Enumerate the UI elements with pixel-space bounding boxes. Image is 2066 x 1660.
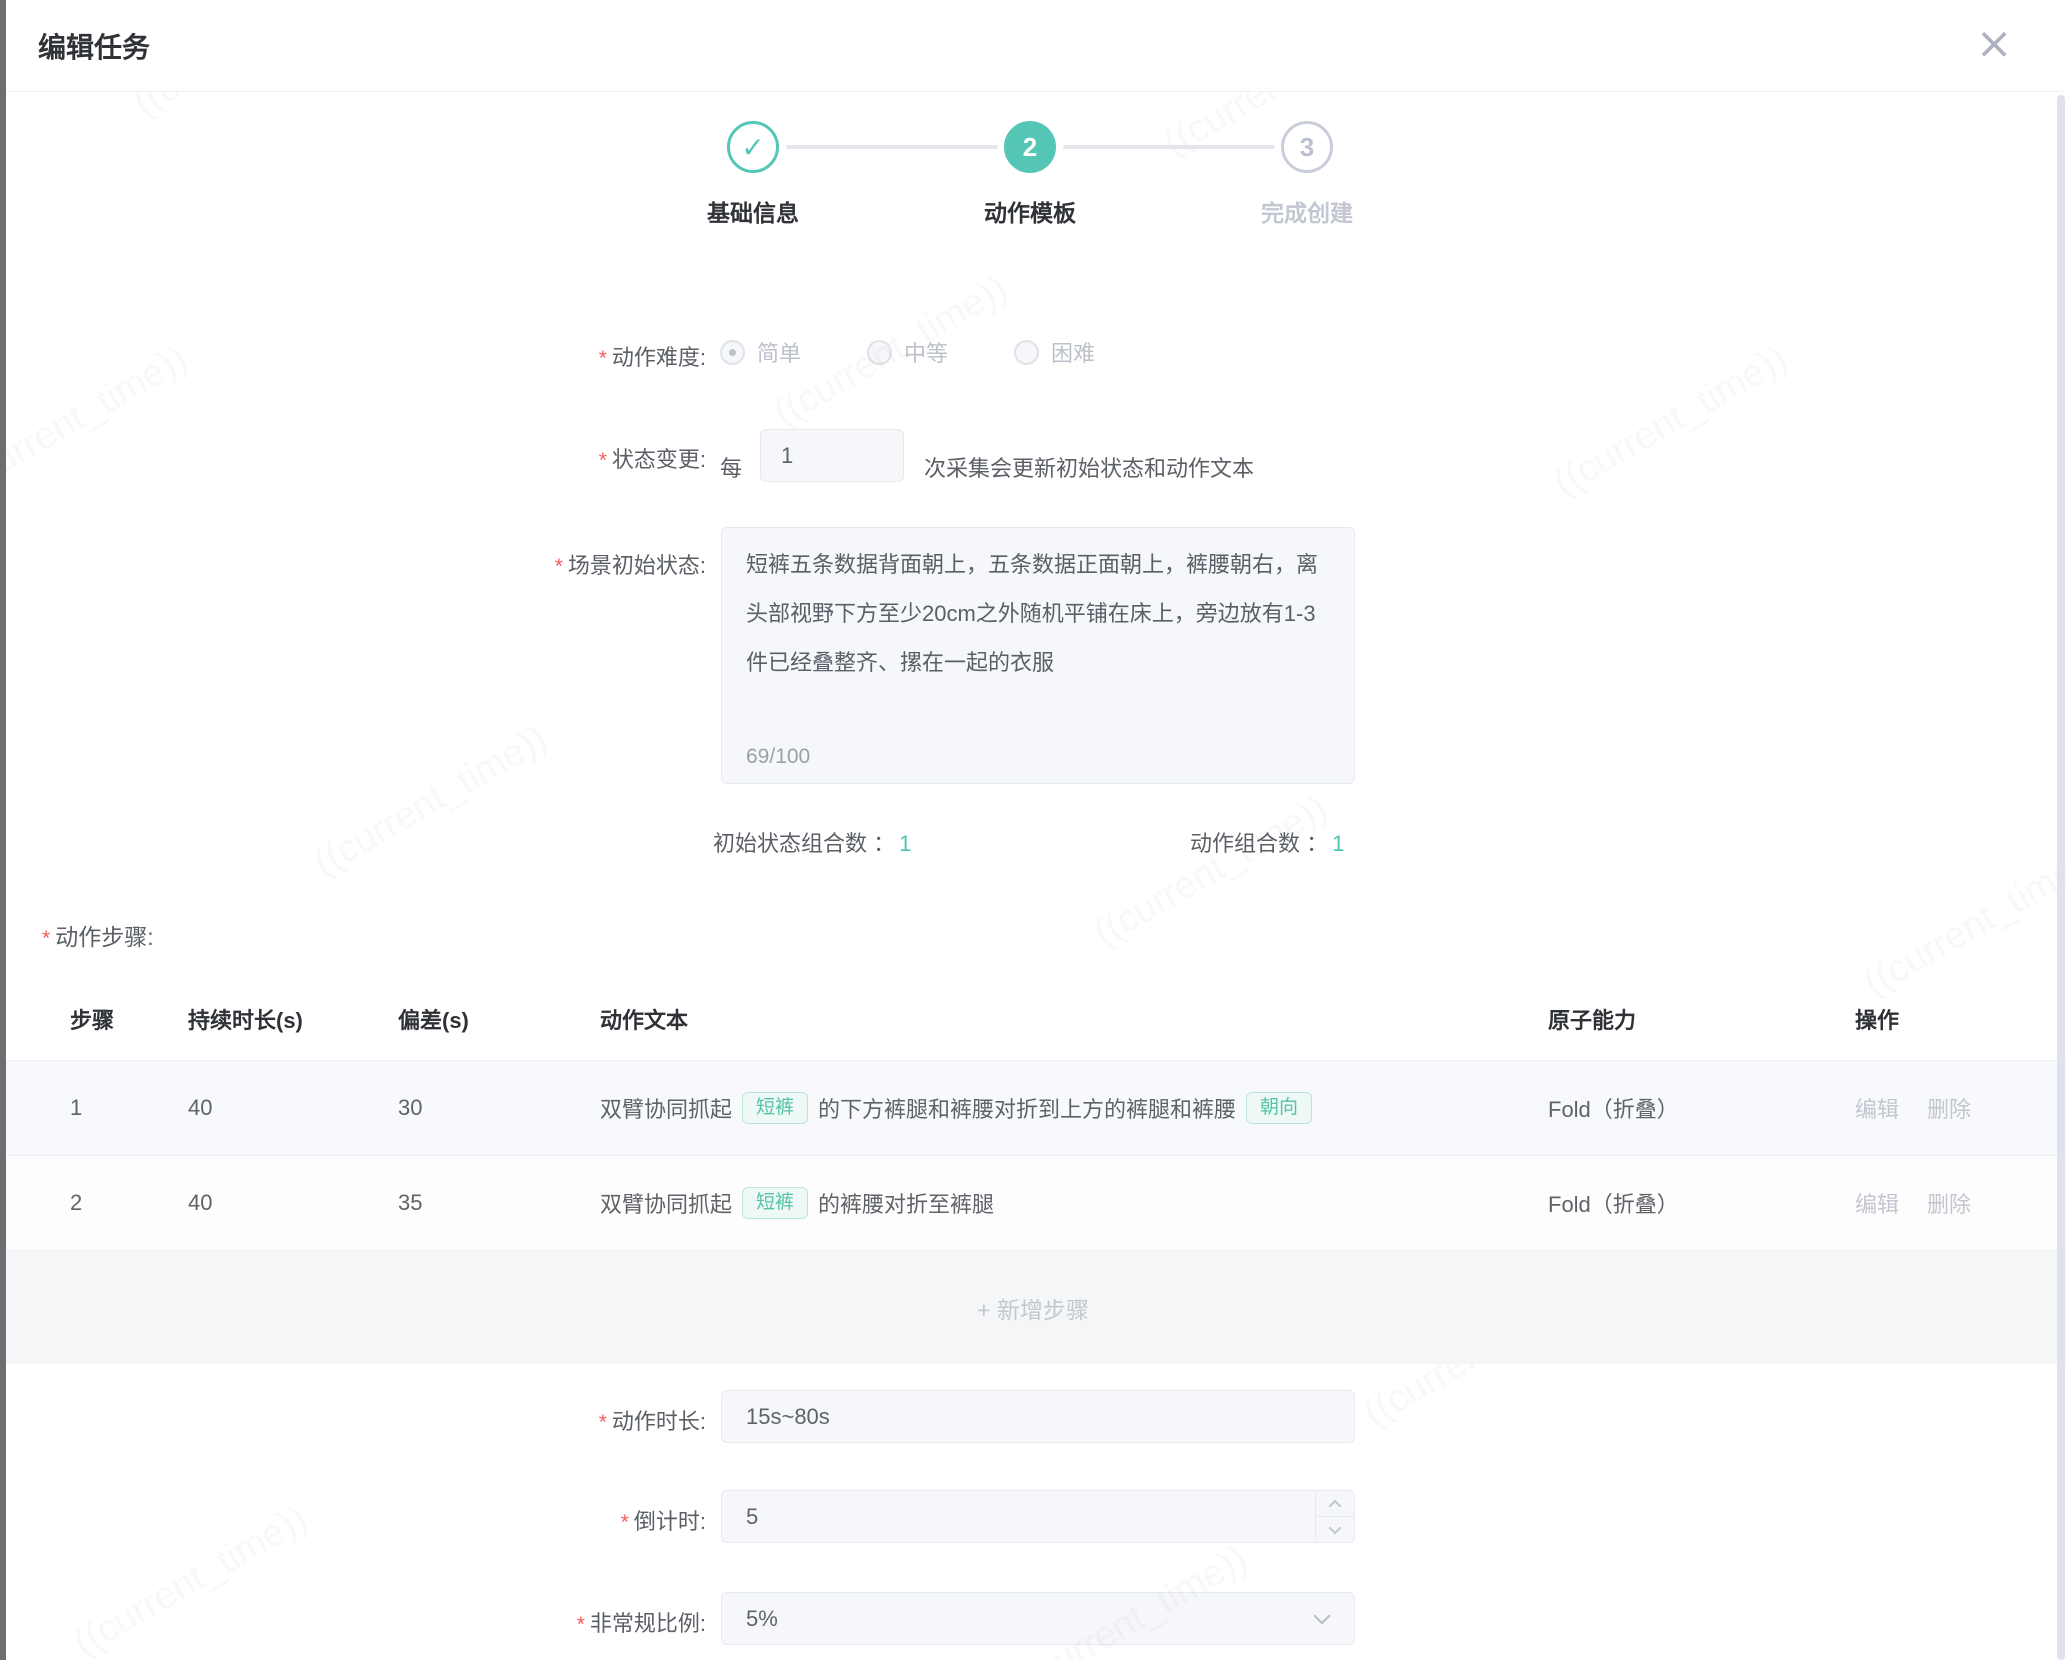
object-tag: 短裤 xyxy=(742,1187,808,1220)
action-steps-table: 步骤 持续时长(s) 偏差(s) 动作文本 原子能力 操作 1 40 30 双臂… xyxy=(0,978,2066,1364)
char-counter: 69/100 xyxy=(746,745,810,769)
countdown-input[interactable]: 5 xyxy=(721,1490,1355,1543)
cell-offset: 30 xyxy=(398,1095,600,1121)
edit-task-dialog: ((current_time)) ((current_time)) ((curr… xyxy=(0,0,2066,1660)
state-change-input[interactable]: 1 xyxy=(760,429,904,482)
cell-step: 2 xyxy=(70,1190,188,1216)
watermark-text: ((current_time)) xyxy=(1087,787,1335,955)
radio-circle-icon xyxy=(1014,340,1039,365)
watermark-text: ((current_time)) xyxy=(307,717,555,885)
cell-atomic-ability: Fold（折叠） xyxy=(1548,1092,1855,1124)
chevron-up-icon xyxy=(1329,1499,1342,1512)
step-1-check-icon: ✓ xyxy=(727,121,779,173)
table-row: 2 40 35 双臂协同抓起 短裤 的裤腰对折至裤腿 Fold（折叠） 编辑 删… xyxy=(0,1156,2066,1251)
cell-action-text: 双臂协同抓起 短裤 的下方裤腿和裤腰对折到上方的裤腿和裤腰 朝向 xyxy=(600,1092,1548,1125)
step-label-action-template: 动作模板 xyxy=(910,194,1150,228)
countdown-value: 5 xyxy=(746,1491,758,1542)
watermark-text: ((current_time)) xyxy=(1547,337,1795,505)
object-tag: 短裤 xyxy=(742,1092,808,1125)
step-connector xyxy=(786,145,998,149)
chevron-down-icon xyxy=(1314,1607,1331,1624)
initial-state-textarea[interactable]: 短裤五条数据背面朝上，五条数据正面朝上，裤腰朝右，离头部视野下方至少20cm之外… xyxy=(721,527,1355,784)
close-icon[interactable]: × xyxy=(1966,16,2022,72)
chevron-down-icon xyxy=(1329,1521,1342,1534)
step-label-finish-create: 完成创建 xyxy=(1187,194,1427,228)
required-asterisk: * xyxy=(599,347,607,370)
increase-button[interactable] xyxy=(1316,1491,1354,1517)
action-steps-label: *动作步骤: xyxy=(42,918,154,952)
required-asterisk: * xyxy=(577,1613,585,1636)
required-asterisk: * xyxy=(599,1411,607,1434)
radio-hard[interactable]: 困难 xyxy=(1014,336,1095,368)
number-spinner xyxy=(1315,1491,1354,1542)
required-asterisk: * xyxy=(555,555,563,578)
decrease-button[interactable] xyxy=(1316,1517,1354,1542)
step-label-basic-info: 基础信息 xyxy=(633,194,873,228)
add-step-row: + 新增步骤 xyxy=(0,1251,2066,1364)
header-step: 步骤 xyxy=(70,1003,188,1035)
cell-operations: 编辑 删除 xyxy=(1855,1187,2066,1219)
cell-action-text: 双臂协同抓起 短裤 的裤腰对折至裤腿 xyxy=(600,1187,1548,1220)
duration-value: 15s~80s xyxy=(746,1391,830,1442)
duration-label: *动作时长: xyxy=(0,1404,706,1436)
header-offset: 偏差(s) xyxy=(398,1003,600,1035)
scrollbar-thumb[interactable] xyxy=(2057,95,2065,1660)
edit-link[interactable]: 编辑 xyxy=(1855,1092,1899,1124)
required-asterisk: * xyxy=(599,449,607,472)
radio-hard-label: 困难 xyxy=(1051,336,1095,368)
edit-link[interactable]: 编辑 xyxy=(1855,1187,1899,1219)
unusual-ratio-select[interactable]: 5% xyxy=(721,1592,1355,1645)
step-3-circle: 3 xyxy=(1281,121,1333,173)
state-change-prefix: 每 xyxy=(720,442,742,495)
initial-state-text: 短裤五条数据背面朝上，五条数据正面朝上，裤腰朝右，离头部视野下方至少20cm之外… xyxy=(746,540,1330,687)
cell-step: 1 xyxy=(70,1095,188,1121)
table-row: 1 40 30 双臂协同抓起 短裤 的下方裤腿和裤腰对折到上方的裤腿和裤腰 朝向… xyxy=(0,1060,2066,1156)
dialog-title: 编辑任务 xyxy=(38,26,150,66)
unusual-ratio-value: 5% xyxy=(746,1593,778,1644)
initial-combo-value: 1 xyxy=(899,831,911,856)
radio-circle-icon xyxy=(720,340,745,365)
difficulty-label: *动作难度: xyxy=(0,340,706,372)
action-combo-value: 1 xyxy=(1332,831,1344,856)
step-2-circle: 2 xyxy=(1004,121,1056,173)
delete-link[interactable]: 删除 xyxy=(1927,1092,1971,1124)
state-change-label: *状态变更: xyxy=(0,442,706,474)
state-change-suffix: 次采集会更新初始状态和动作文本 xyxy=(924,442,1254,495)
radio-easy-label: 简单 xyxy=(757,336,801,368)
add-step-button[interactable]: + 新增步骤 xyxy=(977,1291,1089,1325)
cell-atomic-ability: Fold（折叠） xyxy=(1548,1187,1855,1219)
dialog-header: 编辑任务 × xyxy=(0,0,2066,92)
cell-operations: 编辑 删除 xyxy=(1855,1092,2066,1124)
header-action-text: 动作文本 xyxy=(600,1003,1548,1035)
orientation-tag: 朝向 xyxy=(1246,1092,1312,1125)
initial-combo-count: 初始状态组合数 ：1 xyxy=(713,826,911,858)
cell-offset: 35 xyxy=(398,1190,600,1216)
delete-link[interactable]: 删除 xyxy=(1927,1187,1971,1219)
cell-duration: 40 xyxy=(188,1190,398,1216)
table-header-row: 步骤 持续时长(s) 偏差(s) 动作文本 原子能力 操作 xyxy=(0,978,2066,1060)
duration-input[interactable]: 15s~80s xyxy=(721,1390,1355,1443)
radio-easy[interactable]: 简单 xyxy=(720,336,801,368)
required-asterisk: * xyxy=(621,1511,629,1534)
cell-duration: 40 xyxy=(188,1095,398,1121)
header-atomic-ability: 原子能力 xyxy=(1548,1003,1855,1035)
header-operations: 操作 xyxy=(1855,1003,2066,1035)
required-asterisk: * xyxy=(42,927,50,950)
countdown-label: *倒计时: xyxy=(0,1504,706,1536)
page-left-edge xyxy=(0,0,6,1660)
initial-state-label: *场景初始状态: xyxy=(0,548,706,580)
header-duration: 持续时长(s) xyxy=(188,1003,398,1035)
step-connector xyxy=(1063,145,1275,149)
